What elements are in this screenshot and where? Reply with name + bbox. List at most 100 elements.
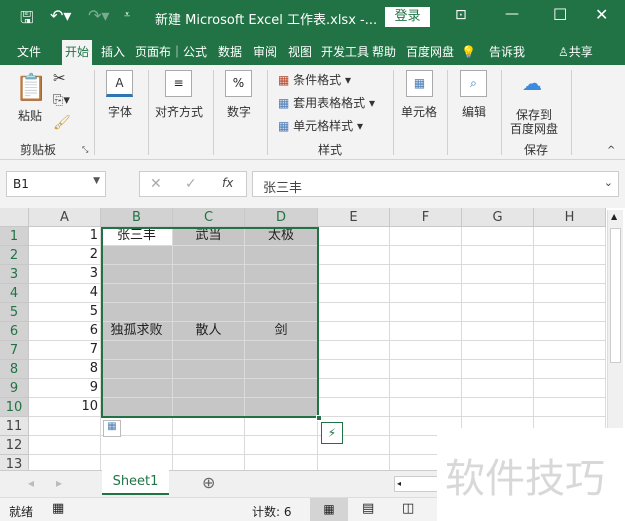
cell-D2[interactable]	[245, 246, 318, 265]
cell-E1[interactable]	[318, 227, 390, 246]
baidu-netdisk-icon[interactable]: ☁	[522, 71, 542, 95]
table-format-button[interactable]: ▦ 套用表格格式 ▾	[278, 94, 375, 111]
cell-A1[interactable]: 1	[29, 227, 101, 246]
insert-function-icon[interactable]: fx	[222, 176, 233, 190]
quick-analysis-icon[interactable]: ⚡	[321, 422, 343, 444]
cell-C12[interactable]	[173, 436, 245, 455]
cell-E7[interactable]	[318, 341, 390, 360]
cell-A7[interactable]: 7	[29, 341, 101, 360]
tell-me-button[interactable]: 告诉我	[486, 40, 528, 65]
cell-G4[interactable]	[462, 284, 534, 303]
row-header-10[interactable]: 10	[0, 398, 29, 417]
row-header-12[interactable]: 12	[0, 436, 29, 455]
enter-icon[interactable]: ✓	[185, 176, 197, 192]
column-header-F[interactable]: F	[390, 208, 462, 227]
row-header-5[interactable]: 5	[0, 303, 29, 322]
cell-H1[interactable]	[534, 227, 606, 246]
cell-G6[interactable]	[462, 322, 534, 341]
cell-G5[interactable]	[462, 303, 534, 322]
row-header-4[interactable]: 4	[0, 284, 29, 303]
copy-icon[interactable]: ⎘▾	[53, 93, 70, 108]
close-icon[interactable]: ✕	[595, 5, 608, 24]
scroll-up-icon[interactable]: ▲	[611, 212, 617, 221]
cell-style-button[interactable]: ▦ 单元格样式 ▾	[278, 117, 363, 134]
cell-D7[interactable]	[245, 341, 318, 360]
cell-F7[interactable]	[390, 341, 462, 360]
cell-B6[interactable]: 独孤求败	[101, 322, 173, 341]
cell-C11[interactable]	[173, 417, 245, 436]
collapse-ribbon-icon[interactable]: ^	[607, 145, 615, 156]
cell-F8[interactable]	[390, 360, 462, 379]
cell-B7[interactable]	[101, 341, 173, 360]
cell-E2[interactable]	[318, 246, 390, 265]
select-all-button[interactable]	[0, 208, 29, 227]
cell-E10[interactable]	[318, 398, 390, 417]
cell-E6[interactable]	[318, 322, 390, 341]
tab-0[interactable]: 文件	[14, 40, 44, 65]
column-header-D[interactable]: D	[245, 208, 318, 227]
tab-2[interactable]: 插入	[98, 40, 128, 65]
cell-F1[interactable]	[390, 227, 462, 246]
cell-B2[interactable]	[101, 246, 173, 265]
cell-C5[interactable]	[173, 303, 245, 322]
alignment-button[interactable]: 对齐方式	[155, 103, 203, 120]
cell-A11[interactable]	[29, 417, 101, 436]
cell-A5[interactable]: 5	[29, 303, 101, 322]
cell-H7[interactable]	[534, 341, 606, 360]
cell-B3[interactable]	[101, 265, 173, 284]
expand-formula-icon[interactable]: ⌄	[604, 176, 613, 189]
page-layout-icon[interactable]: ▤	[362, 501, 374, 516]
cell-A12[interactable]	[29, 436, 101, 455]
lightbulb-icon[interactable]: 💡	[458, 40, 479, 65]
cell-A10[interactable]: 10	[29, 398, 101, 417]
tab-9[interactable]: 帮助	[369, 40, 399, 65]
cell-A3[interactable]: 3	[29, 265, 101, 284]
tab-10[interactable]: 百度网盘	[403, 40, 457, 65]
fill-handle[interactable]	[316, 415, 322, 421]
cell-F3[interactable]	[390, 265, 462, 284]
cell-F10[interactable]	[390, 398, 462, 417]
cell-G7[interactable]	[462, 341, 534, 360]
number-button[interactable]: 数字	[227, 103, 251, 120]
cell-D1[interactable]: 太极	[245, 227, 318, 246]
cell-G1[interactable]	[462, 227, 534, 246]
add-sheet-icon[interactable]: ⊕	[202, 473, 215, 492]
cell-C4[interactable]	[173, 284, 245, 303]
tab-5[interactable]: 数据	[215, 40, 245, 65]
prev-sheet-icon[interactable]: ◂	[28, 476, 34, 490]
cell-G10[interactable]	[462, 398, 534, 417]
autofill-options-icon[interactable]: ▦	[103, 420, 121, 437]
cell-E8[interactable]	[318, 360, 390, 379]
row-header-11[interactable]: 11	[0, 417, 29, 436]
cell-H3[interactable]	[534, 265, 606, 284]
row-header-3[interactable]: 3	[0, 265, 29, 284]
cell-B1[interactable]: 张三丰	[101, 227, 173, 246]
cell-F2[interactable]	[390, 246, 462, 265]
cell-F4[interactable]	[390, 284, 462, 303]
cell-A2[interactable]: 2	[29, 246, 101, 265]
cell-D5[interactable]	[245, 303, 318, 322]
cell-C7[interactable]	[173, 341, 245, 360]
row-header-1[interactable]: 1	[0, 227, 29, 246]
cell-H4[interactable]	[534, 284, 606, 303]
cell-D10[interactable]	[245, 398, 318, 417]
cell-F6[interactable]	[390, 322, 462, 341]
cell-C8[interactable]	[173, 360, 245, 379]
cell-C10[interactable]	[173, 398, 245, 417]
cell-A6[interactable]: 6	[29, 322, 101, 341]
cell-D12[interactable]	[245, 436, 318, 455]
login-button[interactable]: 登录	[385, 7, 430, 27]
chevron-down-icon[interactable]: ▼	[93, 176, 100, 186]
column-header-E[interactable]: E	[318, 208, 390, 227]
cell-C2[interactable]	[173, 246, 245, 265]
format-painter-icon[interactable]: 🖌	[53, 115, 71, 131]
cell-C3[interactable]	[173, 265, 245, 284]
name-box[interactable]: B1 ▼	[6, 171, 106, 197]
row-header-8[interactable]: 8	[0, 360, 29, 379]
cut-icon[interactable]: ✂	[53, 69, 66, 87]
cell-H9[interactable]	[534, 379, 606, 398]
cell-F5[interactable]	[390, 303, 462, 322]
maximize-icon[interactable]: ☐	[553, 5, 567, 24]
paste-button[interactable]: 粘贴	[18, 107, 42, 124]
page-break-icon[interactable]: ◫	[402, 501, 414, 516]
